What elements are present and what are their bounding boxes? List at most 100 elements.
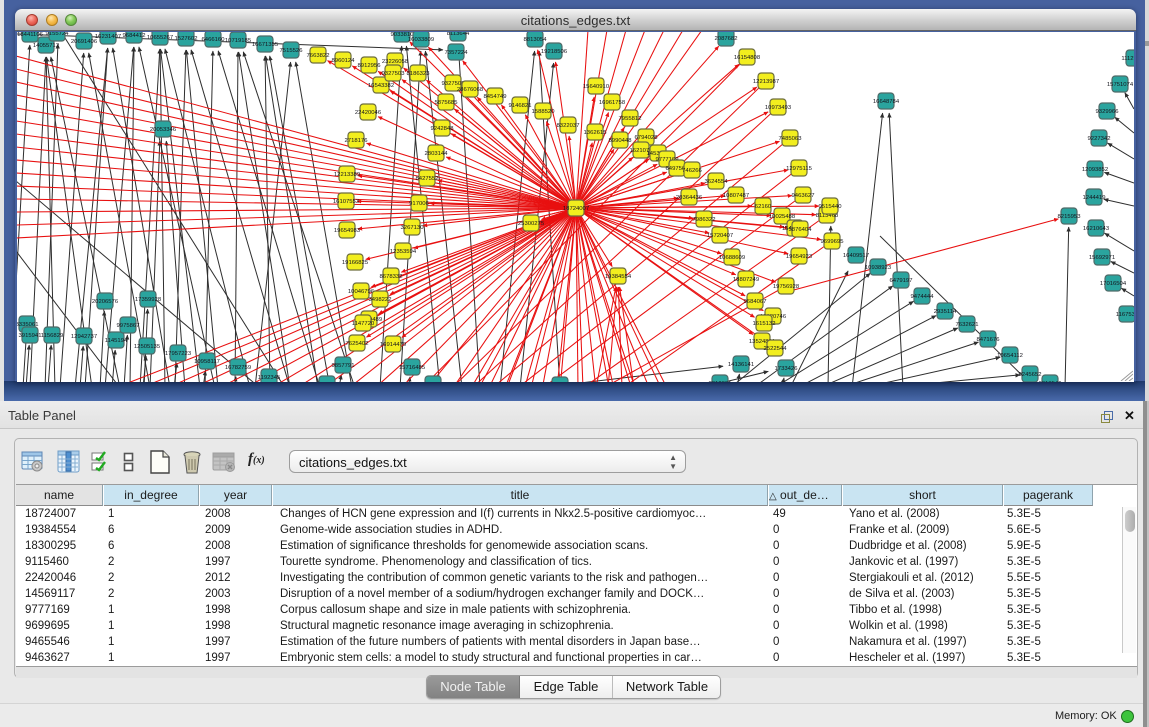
svg-text:7955812: 7955812	[619, 116, 642, 122]
svg-text:7663822: 7663822	[307, 53, 330, 59]
svg-text:16782759: 16782759	[225, 365, 251, 371]
svg-text:8427552: 8427552	[416, 176, 439, 182]
svg-text:8312001: 8312001	[709, 381, 732, 382]
svg-text:9329966: 9329966	[1096, 109, 1120, 115]
svg-text:19384554: 19384554	[605, 274, 632, 280]
svg-text:9463627: 9463627	[792, 193, 815, 199]
svg-text:10958117: 10958117	[194, 359, 220, 365]
svg-text:9474444: 9474444	[911, 294, 935, 300]
svg-text:16033809: 16033809	[408, 37, 434, 43]
svg-text:7986322: 7986322	[693, 217, 716, 223]
svg-text:7515526: 7515526	[280, 48, 304, 54]
svg-text:2803144: 2803144	[425, 151, 449, 157]
svg-text:1733426: 1733426	[775, 366, 799, 372]
svg-text:3624554: 3624554	[705, 179, 729, 185]
svg-text:19756928: 19756928	[773, 284, 800, 290]
svg-text:1362615: 1362615	[584, 130, 608, 136]
svg-text:22420046: 22420046	[355, 110, 382, 116]
svg-text:16671355: 16671355	[252, 42, 279, 48]
svg-text:18807249: 18807249	[733, 277, 759, 283]
svg-text:9975867: 9975867	[117, 323, 140, 329]
svg-text:17359928: 17359928	[135, 297, 162, 303]
svg-text:2522544: 2522544	[764, 346, 788, 352]
svg-text:1147720: 1147720	[352, 321, 375, 327]
svg-text:12975115: 12975115	[786, 166, 812, 172]
svg-text:10654112: 10654112	[997, 353, 1023, 359]
svg-text:9327503: 9327503	[382, 71, 406, 77]
svg-text:2935114: 2935114	[934, 309, 957, 315]
svg-text:19654983: 19654983	[334, 228, 361, 234]
svg-text:15640910: 15640910	[583, 84, 610, 90]
svg-text:8113644: 8113644	[447, 32, 470, 37]
svg-text:8678332: 8678332	[380, 274, 403, 280]
svg-text:6479197: 6479197	[890, 278, 913, 284]
svg-text:9699695: 9699695	[821, 239, 845, 245]
svg-text:17957223: 17957223	[165, 351, 192, 357]
svg-text:16961758: 16961758	[599, 100, 626, 106]
svg-text:7625402: 7625402	[346, 341, 369, 347]
svg-text:17016504: 17016504	[1100, 281, 1127, 287]
svg-text:1145194: 1145194	[105, 338, 128, 344]
svg-text:20206576: 20206576	[92, 299, 119, 305]
svg-text:16231407: 16231407	[95, 34, 121, 40]
svg-text:7357224: 7357224	[445, 50, 469, 56]
svg-text:28676068: 28676068	[457, 87, 484, 93]
svg-text:10719185: 10719185	[225, 38, 252, 44]
svg-text:746266: 746266	[682, 168, 702, 174]
svg-text:16914479: 16914479	[380, 342, 406, 348]
svg-text:20364436: 20364436	[676, 195, 703, 201]
svg-text:19166825: 19166825	[342, 260, 369, 266]
svg-text:62160: 62160	[755, 204, 772, 210]
svg-text:1192345: 1192345	[258, 375, 281, 381]
svg-text:20053346: 20053346	[150, 127, 177, 133]
svg-text:12213389: 12213389	[334, 172, 360, 178]
svg-text:20691406: 20691406	[71, 39, 98, 45]
svg-text:9318546: 9318546	[1039, 381, 1063, 382]
svg-text:8813054: 8813054	[524, 37, 548, 43]
svg-text:15692971: 15692971	[1089, 255, 1115, 261]
svg-text:18724007: 18724007	[563, 206, 589, 212]
svg-text:14055712: 14055712	[33, 43, 59, 49]
svg-text:9155724: 9155724	[46, 32, 70, 37]
svg-text:12213987: 12213987	[753, 79, 779, 85]
svg-text:917006: 917006	[409, 201, 429, 207]
svg-text:2087682: 2087682	[715, 36, 738, 42]
svg-text:8215953: 8215953	[1058, 214, 1082, 220]
svg-text:7485063: 7485063	[779, 136, 803, 142]
svg-text:2718176: 2718176	[345, 138, 369, 144]
svg-text:16107553: 16107553	[333, 199, 360, 205]
svg-text:14136141: 14136141	[728, 362, 754, 368]
svg-text:23226058: 23226058	[382, 59, 409, 65]
svg-text:15751074: 15751074	[1107, 82, 1134, 88]
svg-text:12942737: 12942737	[71, 334, 97, 340]
svg-text:16154808: 16154808	[734, 55, 761, 61]
svg-text:15716485: 15716485	[399, 365, 426, 371]
svg-text:16648784: 16648784	[873, 99, 900, 105]
svg-text:1167531: 1167531	[1116, 312, 1134, 318]
svg-text:12353594: 12353594	[390, 249, 417, 255]
svg-text:10973493: 10973493	[765, 105, 792, 111]
svg-text:25300275: 25300275	[518, 221, 545, 227]
svg-text:8454749: 8454749	[484, 94, 507, 100]
svg-text:1615132: 1615132	[753, 321, 776, 327]
svg-text:16210643: 16210643	[1083, 226, 1110, 232]
svg-text:16409517: 16409517	[843, 253, 869, 259]
svg-text:9146821: 9146821	[509, 103, 532, 109]
svg-text:9242848: 9242848	[431, 126, 455, 132]
svg-text:1527602: 1527602	[175, 36, 198, 42]
svg-text:9684412: 9684412	[123, 33, 146, 39]
svg-text:10688609: 10688609	[719, 255, 745, 261]
svg-text:10046796: 10046796	[348, 289, 375, 295]
svg-text:9245652: 9245652	[1019, 372, 1042, 378]
svg-text:8990448: 8990448	[609, 138, 633, 144]
svg-text:7632621: 7632621	[956, 322, 979, 328]
svg-text:9227342: 9227342	[1088, 136, 1111, 142]
svg-text:9515440: 9515440	[819, 204, 843, 210]
svg-text:10655267: 10655267	[147, 35, 173, 41]
svg-text:11127433: 11127433	[1121, 56, 1134, 62]
svg-text:1244419: 1244419	[1083, 195, 1106, 201]
svg-text:9684067: 9684067	[744, 299, 767, 305]
svg-text:3498222: 3498222	[369, 297, 392, 303]
svg-text:19654923: 19654923	[786, 254, 813, 260]
svg-text:1588520: 1588520	[532, 109, 556, 115]
